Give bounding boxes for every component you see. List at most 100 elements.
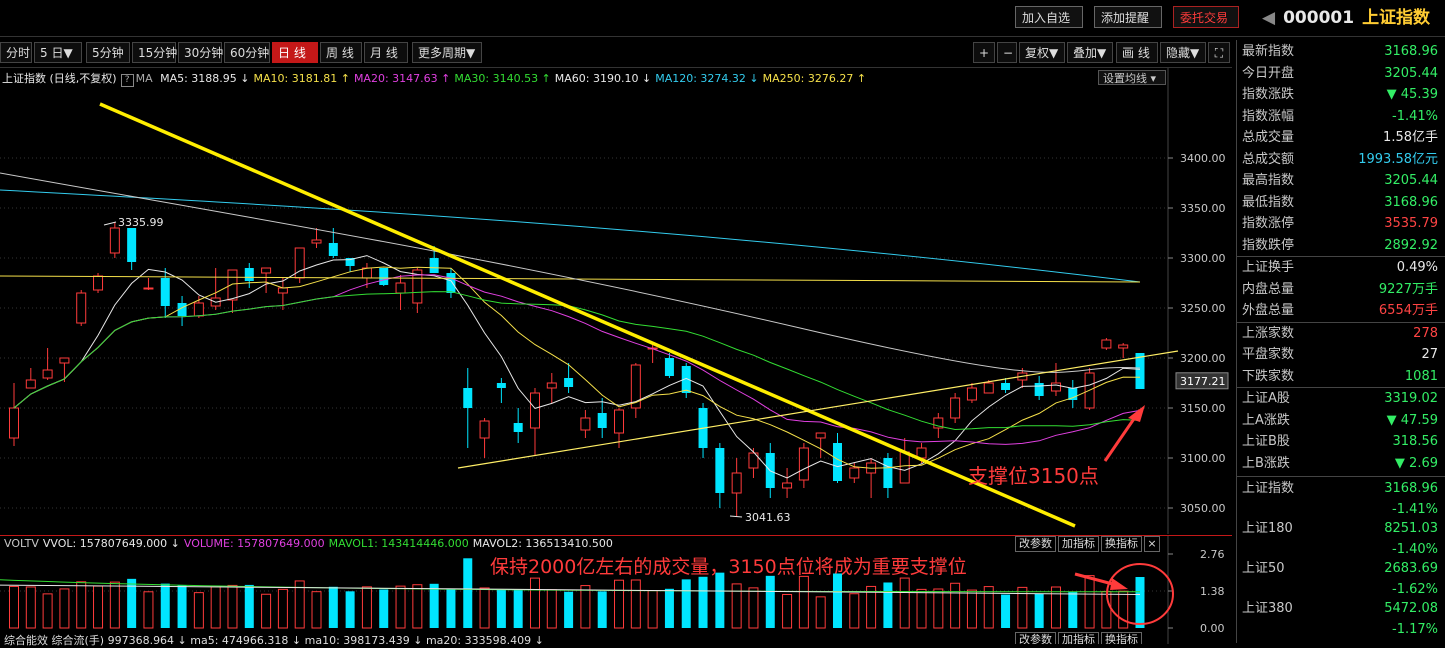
- volume-bar: [731, 583, 742, 629]
- quote-value: 3205.44: [1384, 173, 1438, 188]
- tab-weekly[interactable]: 周 线: [320, 42, 362, 63]
- tab-5min[interactable]: 5分钟: [86, 42, 130, 63]
- quote-row: 上证换手 0.49%: [1237, 257, 1442, 278]
- volume-bar: [9, 585, 19, 629]
- volume-bar: [160, 583, 170, 628]
- volume-bar: [379, 589, 389, 628]
- volume-bar: [1001, 594, 1011, 628]
- candle: [529, 388, 540, 456]
- tab-5day[interactable]: 5 日▼: [34, 42, 82, 63]
- candle: [883, 453, 893, 498]
- candle: [715, 443, 725, 508]
- tab-more-periods[interactable]: 更多周期▼: [412, 42, 482, 63]
- quote-label: 上涨家数: [1242, 325, 1295, 341]
- tab-15min[interactable]: 15分钟: [132, 42, 177, 63]
- trade-button[interactable]: 委托交易: [1173, 6, 1239, 28]
- quote-label: 上证A股: [1242, 391, 1290, 406]
- quote-label: 内盘总量: [1242, 281, 1295, 297]
- tab-monthly[interactable]: 月 线: [364, 42, 408, 63]
- candle: [899, 438, 910, 484]
- quote-label: 指数跌停: [1242, 237, 1295, 253]
- price-chart-pane[interactable]: 上证指数 (日线,不复权)? MA MA5: 3188.95 ↓ MA10: 318…: [0, 67, 1232, 534]
- add-watchlist-button[interactable]: 加入自选: [1015, 6, 1083, 28]
- candle: [395, 275, 406, 310]
- y-tick-label: 3050.00: [1180, 502, 1226, 515]
- candle: [379, 268, 389, 286]
- volume-bar: [899, 577, 910, 629]
- quote-label: 最新指数: [1242, 44, 1295, 59]
- zoom-out-button[interactable]: −: [997, 42, 1017, 63]
- candle: [597, 398, 607, 438]
- candle: [160, 268, 170, 318]
- tab-60min[interactable]: 60分钟: [224, 42, 270, 63]
- quote-value: ▼ 45.39: [1386, 87, 1438, 102]
- index-pct: -1.62%: [1392, 582, 1438, 597]
- quote-value: 3319.02: [1384, 391, 1438, 406]
- candle: [866, 458, 877, 498]
- quote-value: ▼ 47.59: [1386, 412, 1438, 428]
- candle: [9, 383, 19, 446]
- bottom-edit-params-button[interactable]: 改参数: [1015, 632, 1056, 644]
- quote-value: ▼ 2.69: [1394, 455, 1438, 471]
- volume-bar: [244, 584, 254, 628]
- quote-label: 最高指数: [1242, 173, 1295, 188]
- volume-bar: [1034, 593, 1044, 628]
- index-row[interactable]: 上证50 2683.69: [1237, 558, 1442, 579]
- quote-row: 指数涨跌 ▼ 45.39: [1237, 84, 1442, 105]
- tab-intraday[interactable]: 分时: [0, 42, 32, 63]
- candle: [210, 268, 221, 310]
- volume-bar: [446, 588, 456, 628]
- volume-bar: [345, 591, 355, 628]
- symbol-title: ◀ 000001 上证指数: [1262, 5, 1430, 31]
- volume-bar: [849, 593, 860, 629]
- draw-line-button[interactable]: 画 线: [1116, 42, 1158, 63]
- index-row[interactable]: 上证指数 3168.96: [1237, 478, 1442, 499]
- uptrend-line: [457, 350, 1179, 469]
- quote-label: 外盘总量: [1242, 303, 1295, 318]
- price-chart: 3050.00 3100.00 3150.00 3200.00 3250.00 3300.…: [0, 68, 1229, 534]
- volume-bar: [580, 585, 591, 629]
- volume-bar: [227, 584, 238, 629]
- volume-pane[interactable]: VOLTV VVOL: 157807649.000 ↓ VOLUME: 157807…: [0, 535, 1232, 647]
- quote-row: 上涨家数 278: [1237, 323, 1442, 344]
- overlay-dropdown[interactable]: 叠加▼: [1067, 42, 1113, 63]
- index-row[interactable]: 上证180 8251.03: [1237, 518, 1442, 539]
- candle: [513, 408, 523, 443]
- volume-bar: [277, 588, 288, 629]
- candle: [782, 468, 793, 498]
- candle: [311, 228, 322, 248]
- svg-text:3177.21: 3177.21: [1180, 375, 1226, 388]
- candle: [76, 290, 87, 326]
- volume-bar: [513, 589, 523, 628]
- zoom-in-button[interactable]: +: [973, 42, 995, 63]
- quote-row: 指数涨停 3535.79: [1237, 213, 1442, 234]
- quote-value: 6554万手: [1378, 303, 1438, 318]
- bottom-switch-indicator-button[interactable]: 换指标: [1101, 632, 1142, 644]
- index-value: 8251.03: [1384, 521, 1438, 536]
- current-price-tag: 3177.21: [1175, 372, 1229, 390]
- volume-tick-label: 2.76: [1200, 548, 1225, 561]
- ma20-line: [13, 274, 1141, 445]
- candle: [731, 458, 742, 516]
- quote-value: 9227万手: [1378, 281, 1438, 297]
- quote-row: 上证A股 3319.02: [1237, 388, 1442, 409]
- candle: [546, 373, 557, 403]
- tab-daily[interactable]: 日 线: [272, 42, 318, 63]
- add-alert-button[interactable]: 添加提醒: [1094, 6, 1162, 28]
- index-row[interactable]: 上证380 5472.08: [1237, 598, 1442, 619]
- tab-30min[interactable]: 30分钟: [178, 42, 223, 63]
- bottom-add-indicator-button[interactable]: 加指标: [1058, 632, 1099, 644]
- quote-row: 最新指数 3168.96: [1237, 41, 1442, 62]
- candle: [143, 278, 154, 290]
- adjust-dropdown[interactable]: 复权▼: [1019, 42, 1065, 63]
- quote-value: 318.56: [1392, 434, 1439, 449]
- fullscreen-icon[interactable]: ⛶: [1208, 42, 1230, 63]
- candle: [496, 378, 506, 403]
- hide-dropdown[interactable]: 隐藏▼: [1160, 42, 1206, 63]
- candle: [950, 393, 961, 423]
- back-arrow-icon[interactable]: ◀: [1262, 8, 1275, 28]
- quote-label: 指数涨跌: [1242, 87, 1295, 102]
- symbol-code: 000001: [1283, 8, 1355, 28]
- volume-bar: [328, 586, 338, 628]
- quote-row: 外盘总量 6554万手: [1237, 300, 1442, 321]
